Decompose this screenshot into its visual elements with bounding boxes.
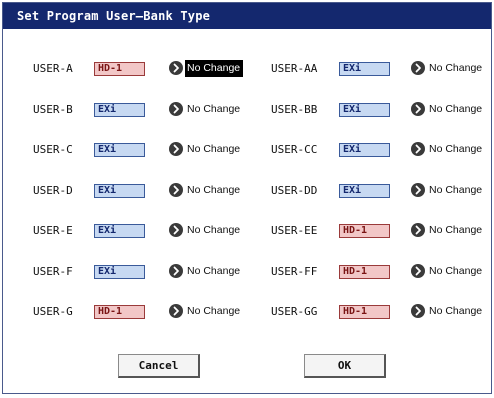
bank-row: USER-D EXi No Change USER-DD EXi No Change bbox=[3, 181, 493, 203]
bank-change-value: No Change bbox=[187, 224, 241, 236]
bank-type-display: EXi bbox=[94, 143, 145, 157]
ok-button[interactable]: OK bbox=[304, 354, 386, 378]
bank-row: USER-A HD-1 No Change USER-AA EXi No Change bbox=[3, 59, 493, 81]
bank-label: USER-D bbox=[33, 183, 73, 197]
bank-label: USER-FF bbox=[271, 264, 318, 278]
chevron-right-circle-icon bbox=[411, 263, 425, 278]
cancel-button[interactable]: Cancel bbox=[118, 354, 200, 378]
chevron-right-circle-icon bbox=[169, 101, 183, 116]
bank-change-value: No Change bbox=[185, 60, 244, 77]
bank-change-value: No Change bbox=[187, 305, 241, 317]
bank-change-value: No Change bbox=[429, 305, 483, 317]
bank-label: USER-C bbox=[33, 143, 73, 156]
bank-change-value: No Change bbox=[187, 183, 241, 196]
chevron-right-circle-icon bbox=[411, 304, 425, 318]
bank-change-value: No Change bbox=[429, 62, 483, 74]
bank-row: USER-C EXi No Change USER-CC EXi No Change bbox=[3, 140, 493, 162]
bank-change-value: No Change bbox=[187, 143, 241, 155]
bank-type-display: EXi bbox=[94, 264, 145, 279]
bank-row: USER-E EXi No Change USER-EE HD-1 No Change bbox=[3, 221, 493, 243]
bank-label: USER-E bbox=[33, 224, 73, 237]
bank-type-display: EXi bbox=[339, 62, 390, 76]
bank-type-display: HD-1 bbox=[339, 305, 390, 319]
bank-label: USER-F bbox=[33, 264, 73, 278]
chevron-right-circle-icon bbox=[411, 223, 425, 237]
bank-label: USER-GG bbox=[271, 305, 318, 318]
dialog-title: Set Program User–Bank Type bbox=[3, 3, 491, 29]
bank-type-display: EXi bbox=[339, 143, 390, 157]
bank-type-display: EXi bbox=[94, 183, 145, 198]
bank-type-display: HD-1 bbox=[94, 62, 145, 76]
bank-label: USER-AA bbox=[271, 62, 318, 75]
chevron-right-circle-icon bbox=[169, 263, 183, 278]
bank-type-display: EXi bbox=[94, 102, 145, 117]
bank-type-display: EXi bbox=[339, 183, 390, 198]
chevron-right-circle-icon bbox=[411, 142, 425, 156]
bank-row: USER-B EXi No Change USER-BB EXi No Change bbox=[3, 100, 493, 122]
chevron-right-circle-icon bbox=[169, 304, 183, 318]
bank-type-display: HD-1 bbox=[339, 264, 390, 279]
chevron-right-circle-icon bbox=[169, 61, 183, 75]
bank-change-value: No Change bbox=[429, 224, 483, 236]
chevron-right-circle-icon bbox=[411, 182, 425, 197]
bank-label: USER-DD bbox=[271, 183, 318, 197]
bank-change-value: No Change bbox=[187, 102, 241, 115]
bank-change-value: No Change bbox=[429, 143, 483, 155]
bank-change-value: No Change bbox=[429, 183, 483, 196]
bank-label: USER-A bbox=[33, 62, 73, 75]
bank-label: USER-G bbox=[33, 305, 73, 318]
bank-type-display: HD-1 bbox=[339, 224, 390, 238]
bank-type-display: EXi bbox=[339, 102, 390, 117]
set-user-bank-type-dialog: Set Program User–Bank Type USER-A HD-1 No … bbox=[2, 2, 492, 394]
chevron-right-circle-icon bbox=[169, 223, 183, 237]
bank-label: USER-B bbox=[33, 102, 73, 116]
chevron-right-circle-icon bbox=[411, 101, 425, 116]
bank-type-display: HD-1 bbox=[94, 305, 145, 319]
bank-change-value: No Change bbox=[187, 264, 241, 277]
bank-label: USER-CC bbox=[271, 143, 318, 156]
chevron-right-circle-icon bbox=[411, 61, 425, 75]
bank-change-value: No Change bbox=[429, 102, 483, 115]
bank-type-display: EXi bbox=[94, 224, 145, 238]
chevron-right-circle-icon bbox=[169, 142, 183, 156]
bank-change-value: No Change bbox=[429, 264, 483, 277]
bank-label: USER-BB bbox=[271, 102, 318, 116]
chevron-right-circle-icon bbox=[169, 182, 183, 197]
bank-row: USER-G HD-1 No Change USER-GG HD-1 No Change bbox=[3, 302, 493, 324]
bank-row: USER-F EXi No Change USER-FF HD-1 No Change bbox=[3, 262, 493, 284]
bank-label: USER-EE bbox=[271, 224, 318, 237]
